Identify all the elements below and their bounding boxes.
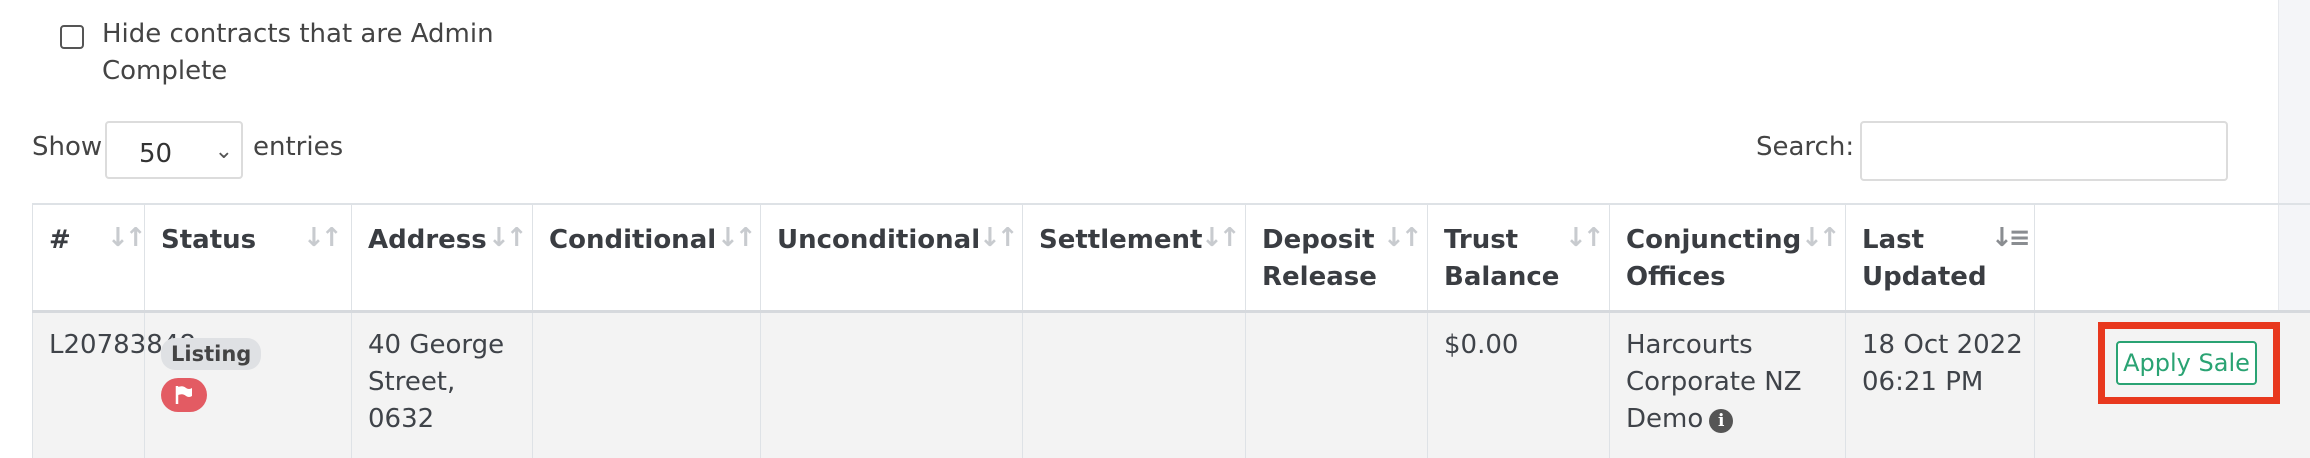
column-header-trust-balance[interactable]: Trust Balance ↓↑ — [1427, 205, 1609, 310]
column-header-label: Conjuncting Offices — [1626, 225, 1802, 292]
column-header-unconditional[interactable]: Unconditional ↓↑ — [760, 205, 1022, 310]
column-header-number[interactable]: # ↓↑ — [32, 205, 147, 310]
trust-balance-text: $0.00 — [1444, 330, 1519, 360]
info-icon[interactable]: i — [1709, 409, 1734, 433]
entries-per-page-select[interactable]: 50 ⌄ — [105, 121, 243, 179]
sort-icon: ↓↑ — [979, 223, 1019, 253]
cell-conditional — [532, 313, 760, 458]
sort-descending-icon: ↓≡ — [1991, 223, 2031, 253]
cell-status: Listing — [144, 313, 351, 458]
column-header-label: Conditional — [549, 225, 717, 255]
apply-sale-button[interactable]: Apply Sale — [2116, 341, 2257, 385]
hide-admin-complete-filter[interactable]: Hide contracts that are Admin Complete — [60, 16, 522, 90]
last-updated-text: 18 Oct 2022 06:21 PM — [1862, 330, 2023, 397]
sort-icon: ↓↑ — [1565, 223, 1605, 253]
cell-last-updated: 18 Oct 2022 06:21 PM — [1845, 313, 2034, 458]
chevron-down-icon: ⌄ — [214, 139, 233, 164]
column-header-actions — [2034, 205, 2310, 310]
sort-icon: ↓↑ — [1801, 223, 1841, 253]
status-badges: Listing — [161, 335, 262, 412]
flag-icon — [161, 378, 207, 412]
cell-deposit-release — [1245, 313, 1427, 458]
column-header-settlement[interactable]: Settlement ↓↑ — [1022, 205, 1245, 310]
show-label: Show — [32, 132, 103, 162]
sort-icon: ↓↑ — [1383, 223, 1423, 253]
entries-label: entries — [253, 132, 344, 162]
column-header-label: Last Updated — [1862, 225, 1987, 292]
address-text: 40 George Street, 0632 — [368, 330, 505, 434]
search-input[interactable] — [1860, 121, 2228, 181]
cell-address: 40 George Street, 0632 — [351, 313, 532, 458]
hide-admin-complete-checkbox[interactable] — [60, 25, 84, 49]
column-header-address[interactable]: Address ↓↑ — [351, 205, 532, 310]
column-header-label: # — [49, 225, 71, 255]
sort-icon: ↓↑ — [717, 223, 757, 253]
column-header-deposit-release[interactable]: Deposit Release ↓↑ — [1245, 205, 1427, 310]
sort-icon: ↓↑ — [488, 223, 528, 253]
table-row[interactable]: L20783848 Listing 40 George Street, 0632… — [32, 313, 2310, 458]
cell-conjuncting-offices: Harcourts Corporate NZ Demo i — [1609, 313, 1845, 458]
sort-icon: ↓↑ — [303, 223, 343, 253]
column-header-conditional[interactable]: Conditional ↓↑ — [532, 205, 760, 310]
hide-admin-complete-label: Hide contracts that are Admin Complete — [102, 19, 494, 86]
cell-unconditional — [760, 313, 1022, 458]
table-header: # ↓↑ Status ↓↑ Address ↓↑ Conditional ↓↑… — [32, 203, 2310, 313]
search-label: Search: — [1756, 132, 1855, 162]
column-header-label: Trust Balance — [1444, 225, 1560, 292]
entries-selected-value: 50 — [139, 139, 173, 169]
sort-icon: ↓↑ — [1201, 223, 1241, 253]
column-header-conjuncting-offices[interactable]: Conjuncting Offices ↓↑ — [1609, 205, 1845, 310]
status-badge: Listing — [161, 338, 262, 370]
cell-contract-id: L20783848 — [32, 313, 196, 458]
column-header-label: Unconditional — [777, 225, 981, 255]
column-header-label: Address — [368, 225, 487, 255]
column-header-label: Settlement — [1039, 225, 1203, 255]
column-header-last-updated[interactable]: Last Updated ↓≡ — [1845, 205, 2034, 310]
column-header-label: Deposit Release — [1262, 225, 1377, 292]
column-header-status[interactable]: Status ↓↑ — [144, 205, 351, 310]
cell-settlement — [1022, 313, 1245, 458]
cell-trust-balance: $0.00 — [1427, 313, 1609, 458]
column-header-label: Status — [161, 225, 257, 255]
conjuncting-offices: Harcourts Corporate NZ Demo i — [1626, 327, 1802, 438]
sort-icon: ↓↑ — [107, 223, 147, 253]
